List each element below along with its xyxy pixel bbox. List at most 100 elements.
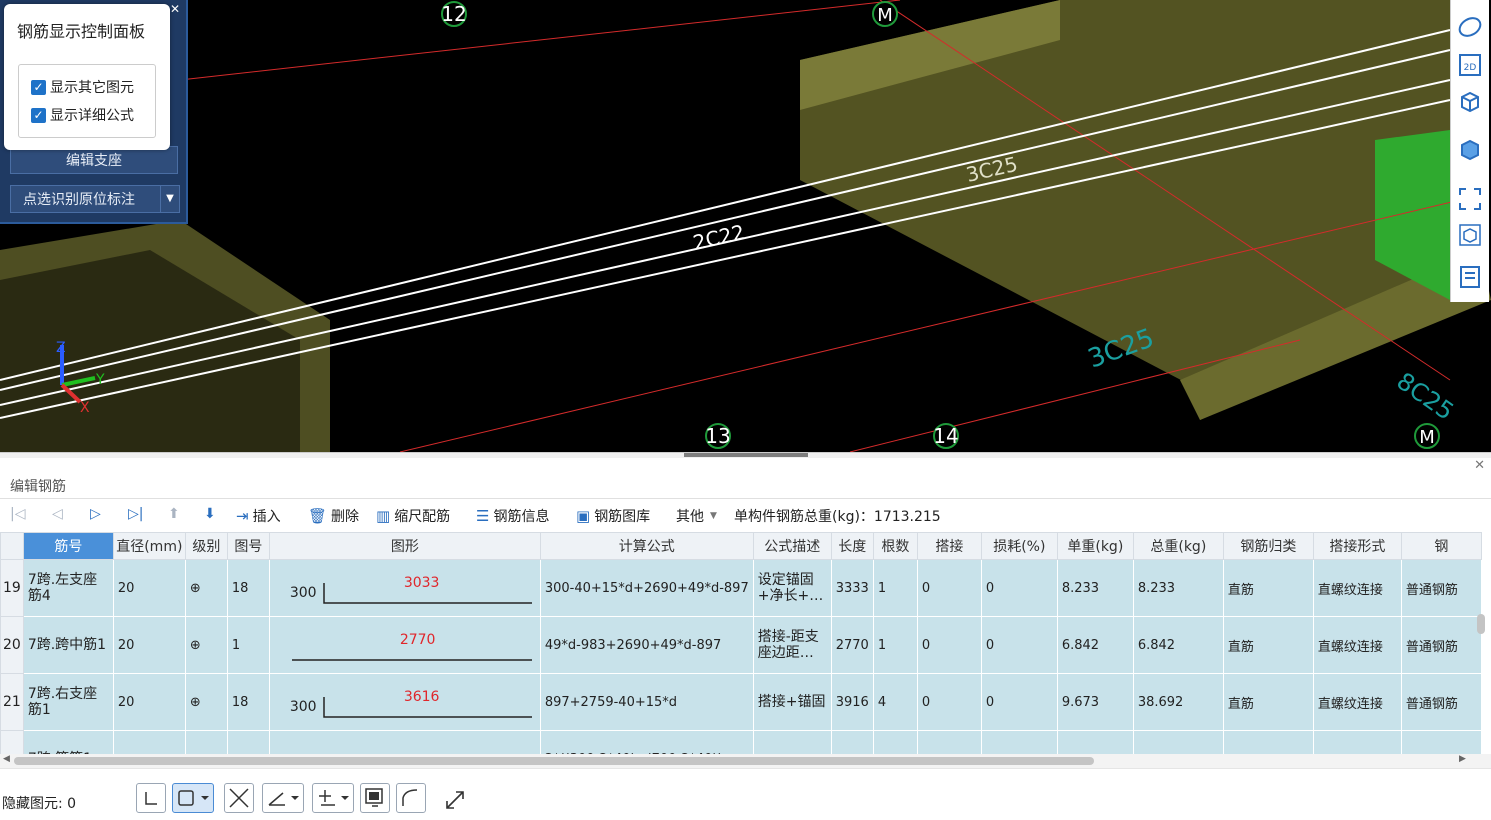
show-other-checkbox[interactable]: ✓ 显示其它图元 [31,77,134,97]
cell-cat[interactable]: 直筋 [1222,559,1314,617]
cell-loss[interactable]: 0 [980,559,1058,617]
cell-loss[interactable] [980,730,1058,754]
cell-desc[interactable]: 搭接+锚固 [752,673,832,731]
angle-icon[interactable] [262,783,304,813]
col-header[interactable]: 长度 [830,532,874,560]
chevron-down-icon[interactable]: ▼ [160,185,180,213]
table-row[interactable]: 19 7跨.左支座筋4 20 ⊕ 18 300 3033 300-40+15*d+2690+4… [0,559,1482,617]
col-header[interactable]: 图形 [268,532,541,560]
cell-grade[interactable] [184,730,228,754]
col-header[interactable]: 总重(kg) [1132,532,1224,560]
rebar-shape-cell[interactable]: 300 3033 [268,559,541,617]
snap-mode-icon[interactable] [172,783,214,813]
cell-formula[interactable]: 897+2759-40+15*d [539,673,754,731]
cell-count[interactable]: 4 [872,673,918,731]
cross-icon[interactable] [224,783,254,813]
row-index[interactable]: 20 [0,616,24,674]
next-record-icon[interactable]: ▷ [90,506,101,522]
2d-view-icon[interactable]: 2D [1457,52,1483,78]
cell-loss[interactable]: 0 [980,673,1058,731]
col-header[interactable]: 损耗(%) [980,532,1058,560]
cell-grade[interactable]: ⊕ [184,616,228,674]
cell-grade[interactable]: ⊕ [184,559,228,617]
cell-type[interactable] [1400,730,1482,754]
col-header[interactable]: 搭接 [916,532,982,560]
cell-type[interactable]: 普通钢筋 [1400,559,1482,617]
cell-type[interactable]: 普通钢筋 [1400,673,1482,731]
cell-name[interactable]: 7跨.箍筋1 [22,730,114,754]
scroll-thumb[interactable] [1477,614,1485,634]
cell-lapform[interactable]: 直螺纹连接 [1312,616,1402,674]
cell-length[interactable]: 2770 [830,616,874,674]
col-header[interactable]: 直径(mm) [112,532,186,560]
cell-formula[interactable]: 2*((300-2*40)+(700-2*40)) [539,730,754,754]
cell-total[interactable] [1132,730,1224,754]
row-index[interactable] [0,730,24,754]
col-header[interactable]: 钢 [1400,532,1482,560]
cell-dia[interactable] [112,730,186,754]
rebar-shape-cell[interactable] [268,730,541,754]
cell-formula[interactable]: 300-40+15*d+2690+49*d-897 [539,559,754,617]
cell-length[interactable]: 3916 [830,673,874,731]
cell-formula[interactable]: 49*d-983+2690+49*d-897 [539,616,754,674]
cell-lapform[interactable]: 直螺纹连接 [1312,673,1402,731]
col-header[interactable]: 计算公式 [539,532,754,560]
offset-icon[interactable] [312,783,354,813]
table-row[interactable]: 20 7跨.跨中筋1 20 ⊕ 1 2770 49*d-983+2690+49*d-897 搭… [0,616,1482,674]
cube-icon[interactable] [1457,88,1483,114]
move-down-icon[interactable]: ⬇ [204,506,216,522]
cell-count[interactable] [872,730,918,754]
close-icon[interactable]: ✕ [1474,458,1485,473]
3d-viewport[interactable]: 12 M 13 14 M 2C22 3C25 3C25 8C25 Z Y X ✕… [0,0,1491,452]
orbit-icon[interactable] [1457,14,1483,40]
move-up-icon[interactable]: ⬆ [168,506,180,522]
expand-icon[interactable] [444,789,466,811]
orthogonal-icon[interactable] [136,783,166,813]
cell-unit[interactable]: 6.842 [1056,616,1134,674]
col-header[interactable]: 根数 [872,532,918,560]
cell-cat[interactable]: 直筋 [1222,616,1314,674]
cell-unit[interactable]: 9.673 [1056,673,1134,731]
cell-lap[interactable]: 0 [916,673,982,731]
vertical-scrollbar[interactable] [1475,558,1487,750]
cell-dia[interactable]: 20 [112,616,186,674]
table-row[interactable]: 21 7跨.右支座筋1 20 ⊕ 18 300 3616 897+2759-40+15*d 搭接… [0,673,1482,731]
curve-icon[interactable] [396,783,426,813]
row-index[interactable]: 19 [0,559,24,617]
display-icon[interactable] [360,783,390,813]
cell-count[interactable]: 1 [872,616,918,674]
row-index[interactable]: 21 [0,673,24,731]
cell-loss[interactable]: 0 [980,616,1058,674]
insert-button[interactable]: ⇥ 插入 [236,506,281,526]
cell-length[interactable] [830,730,874,754]
cell-dia[interactable]: 20 [112,673,186,731]
cell-name[interactable]: 7跨.左支座筋4 [22,559,114,617]
cell-total[interactable]: 6.842 [1132,616,1224,674]
cell-desc[interactable] [752,730,832,754]
col-header[interactable]: 级别 [184,532,228,560]
prev-record-icon[interactable]: ◁ [52,506,63,522]
report-icon[interactable] [1457,264,1483,290]
cell-count[interactable]: 1 [872,559,918,617]
show-formula-checkbox[interactable]: ✓ 显示详细公式 [31,105,134,125]
solid-cube-icon[interactable] [1457,136,1483,162]
cell-lap[interactable]: 0 [916,616,982,674]
cell-dia[interactable]: 20 [112,559,186,617]
cell-lapform[interactable] [1312,730,1402,754]
cell-unit[interactable] [1056,730,1134,754]
col-header[interactable]: 筋号 [22,532,114,560]
rebar-shape-cell[interactable]: 2770 [268,616,541,674]
splitter-grip[interactable] [684,453,808,457]
view-cube-icon[interactable] [1457,222,1483,248]
cell-fig[interactable]: 18 [226,673,270,731]
close-icon[interactable]: ✕ [170,2,180,16]
cell-desc[interactable]: 设定锚固+净长+… [752,559,832,617]
scroll-thumb[interactable] [14,757,1094,765]
last-record-icon[interactable]: ▷| [128,506,143,522]
scale-rebar-button[interactable]: ▥ 缩尺配筋 [376,506,450,526]
pick-annotation-button[interactable]: 点选识别原位标注 [10,185,166,213]
table-row[interactable]: 7跨.箍筋1 2*((300-2*40)+(700-2*40)) [0,730,1482,754]
cell-length[interactable]: 3333 [830,559,874,617]
cell-fig[interactable]: 18 [226,559,270,617]
scroll-left-icon[interactable]: ◀ [3,754,10,764]
